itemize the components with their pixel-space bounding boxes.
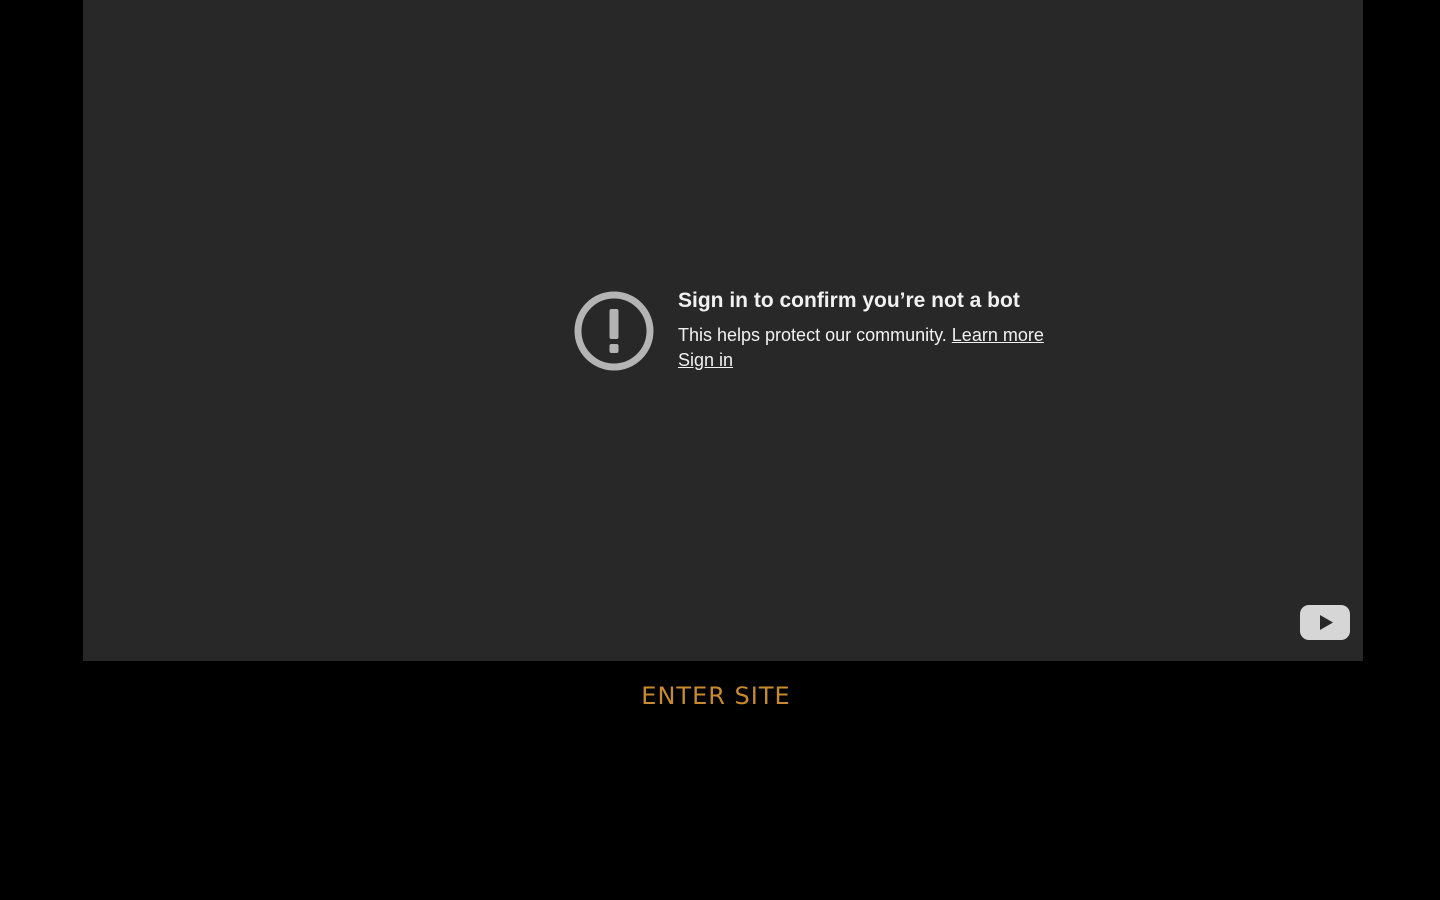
youtube-embed-player[interactable]: Sign in to confirm you’re not a bot This…	[83, 0, 1363, 661]
sign-in-link[interactable]: Sign in	[678, 350, 733, 370]
error-subtitle-text: This helps protect our community.	[678, 325, 947, 345]
error-title: Sign in to confirm you’re not a bot	[678, 289, 1020, 312]
error-subtitle: This helps protect our community. Learn …	[678, 323, 1044, 348]
bot-check-message: Sign in to confirm you’re not a bot This…	[574, 287, 1044, 373]
error-text: Sign in to confirm you’re not a bot This…	[678, 287, 1044, 373]
enter-site-link[interactable]: ENTER SITE	[0, 682, 1432, 710]
sign-in-line: Sign in	[678, 348, 1044, 373]
page: Sign in to confirm you’re not a bot This…	[0, 0, 1440, 900]
learn-more-link[interactable]: Learn more	[952, 325, 1044, 345]
youtube-play-icon[interactable]	[1300, 605, 1350, 640]
exclamation-circle-icon	[574, 291, 654, 371]
